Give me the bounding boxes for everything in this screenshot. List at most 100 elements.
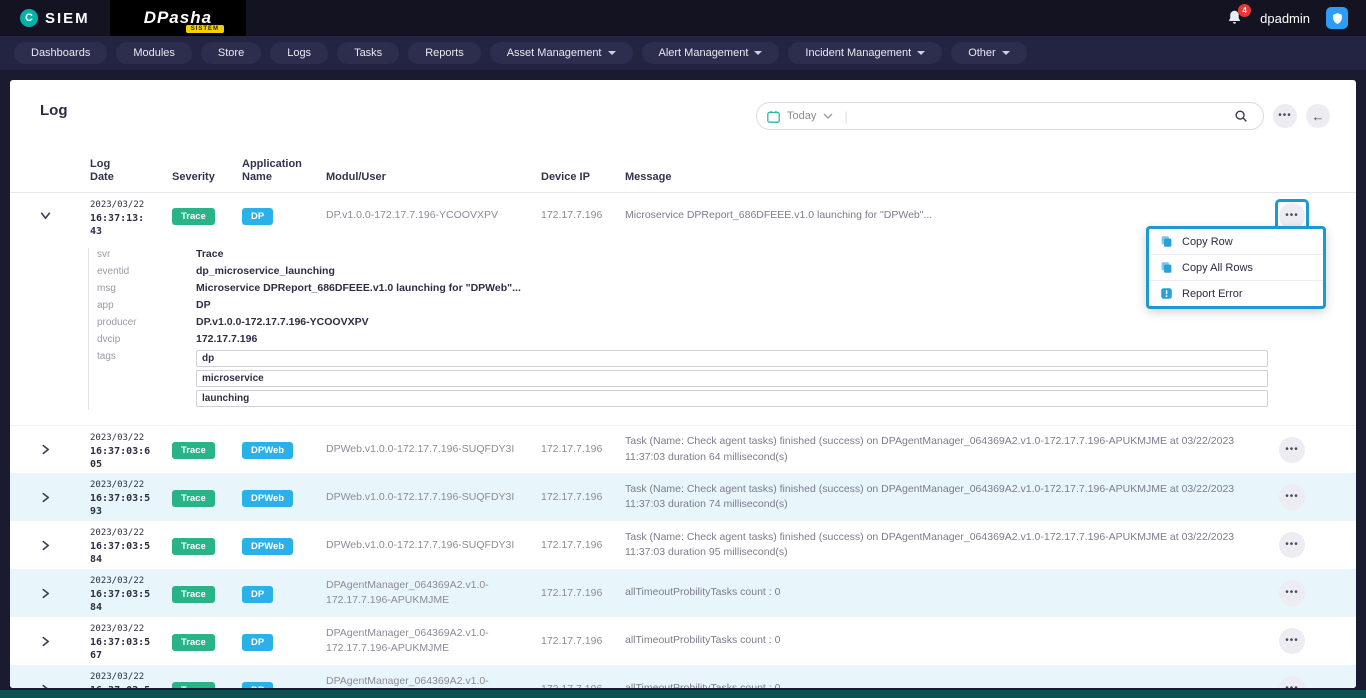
search-icon <box>1234 109 1248 123</box>
nav-item-modules[interactable]: Modules <box>116 42 192 64</box>
nav-label: Other <box>968 47 996 59</box>
row-context-menu: Copy Row Copy All Rows Report Error <box>1146 226 1326 309</box>
expand-row-button[interactable] <box>40 540 90 551</box>
expand-row-button[interactable] <box>40 444 90 455</box>
chevron-right-icon <box>40 540 51 551</box>
row-actions-button[interactable]: ••• <box>1279 484 1305 510</box>
nav-item-reports[interactable]: Reports <box>408 42 481 64</box>
menu-item-label: Report Error <box>1182 288 1243 300</box>
menu-item-copy-row[interactable]: Copy Row <box>1149 229 1323 255</box>
tag-value: launching <box>196 390 1268 407</box>
log-toolbar: Today | ••• ← <box>756 102 1330 130</box>
severity-badge: Trace <box>172 634 215 651</box>
table-row: 2023/03/2216:37:03:567 Trace DP DPAgentM… <box>10 617 1356 665</box>
nav-label: Logs <box>287 47 311 59</box>
severity-cell: Trace <box>172 584 242 603</box>
top-bar: C SIEM DPasha SISTEM 4 dpadmin <box>0 0 1366 36</box>
severity-cell: Trace <box>172 488 242 507</box>
ellipsis-icon: ••• <box>1285 445 1299 455</box>
ellipsis-icon: ••• <box>1285 540 1299 550</box>
device-ip-cell: 172.17.7.196 <box>541 490 625 505</box>
nav-item-asset-management[interactable]: Asset Management <box>490 42 633 64</box>
module-user-cell: DPAgentManager_064369A2.v1.0-172.17.7.19… <box>326 674 541 688</box>
search-input[interactable] <box>855 110 1222 122</box>
device-ip-cell: 172.17.7.196 <box>541 634 625 649</box>
nav-label: Dashboards <box>31 47 90 59</box>
expand-row-button[interactable] <box>40 684 90 688</box>
nav-item-store[interactable]: Store <box>201 42 261 64</box>
expand-row-button[interactable] <box>40 588 90 599</box>
col-header-log-date: LogDate <box>90 158 172 183</box>
chevron-right-icon <box>40 636 51 647</box>
log-date-cell: 2023/03/2216:37:03:605 <box>90 426 172 473</box>
detail-field-label: svr <box>97 248 196 260</box>
application-badge: DP <box>242 208 273 225</box>
row-actions-button[interactable]: ••• <box>1279 532 1305 558</box>
search-button[interactable] <box>1229 104 1253 128</box>
row-actions-button[interactable]: ••• <box>1279 580 1305 606</box>
log-date-cell: 2023/03/2216:37:03:593 <box>90 473 172 521</box>
nav-item-alert-management[interactable]: Alert Management <box>642 42 780 64</box>
message-cell: Task (Name: Check agent tasks) finished … <box>625 530 1264 562</box>
module-user-cell: DPAgentManager_064369A2.v1.0-172.17.7.19… <box>326 626 541 656</box>
message-cell: allTimeoutProbilityTasks count : 0 <box>625 633 1264 649</box>
nav-item-dashboards[interactable]: Dashboards <box>14 42 107 64</box>
expand-row-button[interactable] <box>40 636 90 647</box>
menu-item-report-error[interactable]: Report Error <box>1149 281 1323 306</box>
search-filter-bar[interactable]: Today | <box>756 102 1264 130</box>
application-cell: DP <box>242 206 326 225</box>
menu-item-label: Copy Row <box>1182 236 1233 248</box>
notifications-button[interactable]: 4 <box>1226 9 1244 27</box>
module-user-cell: DPWeb.v1.0.0-172.17.7.196-SUQFDY3I <box>326 538 541 553</box>
toolbar-more-button[interactable]: ••• <box>1273 104 1297 128</box>
severity-cell: Trace <box>172 680 242 688</box>
severity-badge: Trace <box>172 208 215 225</box>
detail-field-label: msg <box>97 282 196 294</box>
device-ip-cell: 172.17.7.196 <box>541 442 625 457</box>
detail-field-label: producer <box>97 316 196 328</box>
ellipsis-icon: ••• <box>1278 111 1292 121</box>
message-cell: allTimeoutProbilityTasks count : 0 <box>625 681 1264 688</box>
collapse-row-button[interactable] <box>40 210 90 221</box>
col-header-application-name: ApplicationName <box>242 158 326 183</box>
notification-count-badge: 4 <box>1238 4 1251 17</box>
ellipsis-icon: ••• <box>1285 492 1299 502</box>
calendar-icon <box>767 110 780 123</box>
severity-badge: Trace <box>172 682 215 688</box>
row-actions-button[interactable]: ••• <box>1279 203 1305 229</box>
detail-field-label: eventid <box>97 265 196 277</box>
col-header-message: Message <box>625 171 1264 184</box>
severity-badge: Trace <box>172 538 215 555</box>
nav-item-incident-management[interactable]: Incident Management <box>788 42 942 64</box>
row-actions-button[interactable]: ••• <box>1279 437 1305 463</box>
row-actions-button[interactable]: ••• <box>1279 676 1305 688</box>
message-cell: allTimeoutProbilityTasks count : 0 <box>625 585 1264 601</box>
nav-label: Modules <box>133 47 175 59</box>
siem-logo-icon: C <box>20 9 38 27</box>
report-error-icon <box>1160 287 1173 300</box>
date-filter-value[interactable]: Today <box>787 110 816 122</box>
sistem-badge: SISTEM <box>186 25 224 33</box>
device-ip-cell: 172.17.7.196 <box>541 208 625 223</box>
device-ip-cell: 172.17.7.196 <box>541 538 625 553</box>
back-button[interactable]: ← <box>1306 104 1330 128</box>
menu-item-copy-all-rows[interactable]: Copy All Rows <box>1149 255 1323 281</box>
chevron-down-icon[interactable] <box>823 113 833 119</box>
module-user-cell: DPWeb.v1.0.0-172.17.7.196-SUQFDY3I <box>326 490 541 505</box>
expand-row-button[interactable] <box>40 492 90 503</box>
security-profile-button[interactable] <box>1326 7 1348 29</box>
nav-item-other[interactable]: Other <box>951 42 1027 64</box>
username-menu[interactable]: dpadmin <box>1260 11 1310 26</box>
siem-logo: C SIEM <box>0 9 110 27</box>
nav-item-tasks[interactable]: Tasks <box>337 42 399 64</box>
row-actions-button[interactable]: ••• <box>1279 628 1305 654</box>
application-badge: DP <box>242 682 273 688</box>
nav-label: Incident Management <box>805 47 911 59</box>
ellipsis-icon: ••• <box>1285 588 1299 598</box>
ellipsis-icon: ••• <box>1285 684 1299 688</box>
application-badge: DPWeb <box>242 538 293 555</box>
module-user-cell: DPAgentManager_064369A2.v1.0-172.17.7.19… <box>326 578 541 608</box>
chevron-right-icon <box>40 444 51 455</box>
nav-item-logs[interactable]: Logs <box>270 42 328 64</box>
chevron-right-icon <box>40 684 51 688</box>
